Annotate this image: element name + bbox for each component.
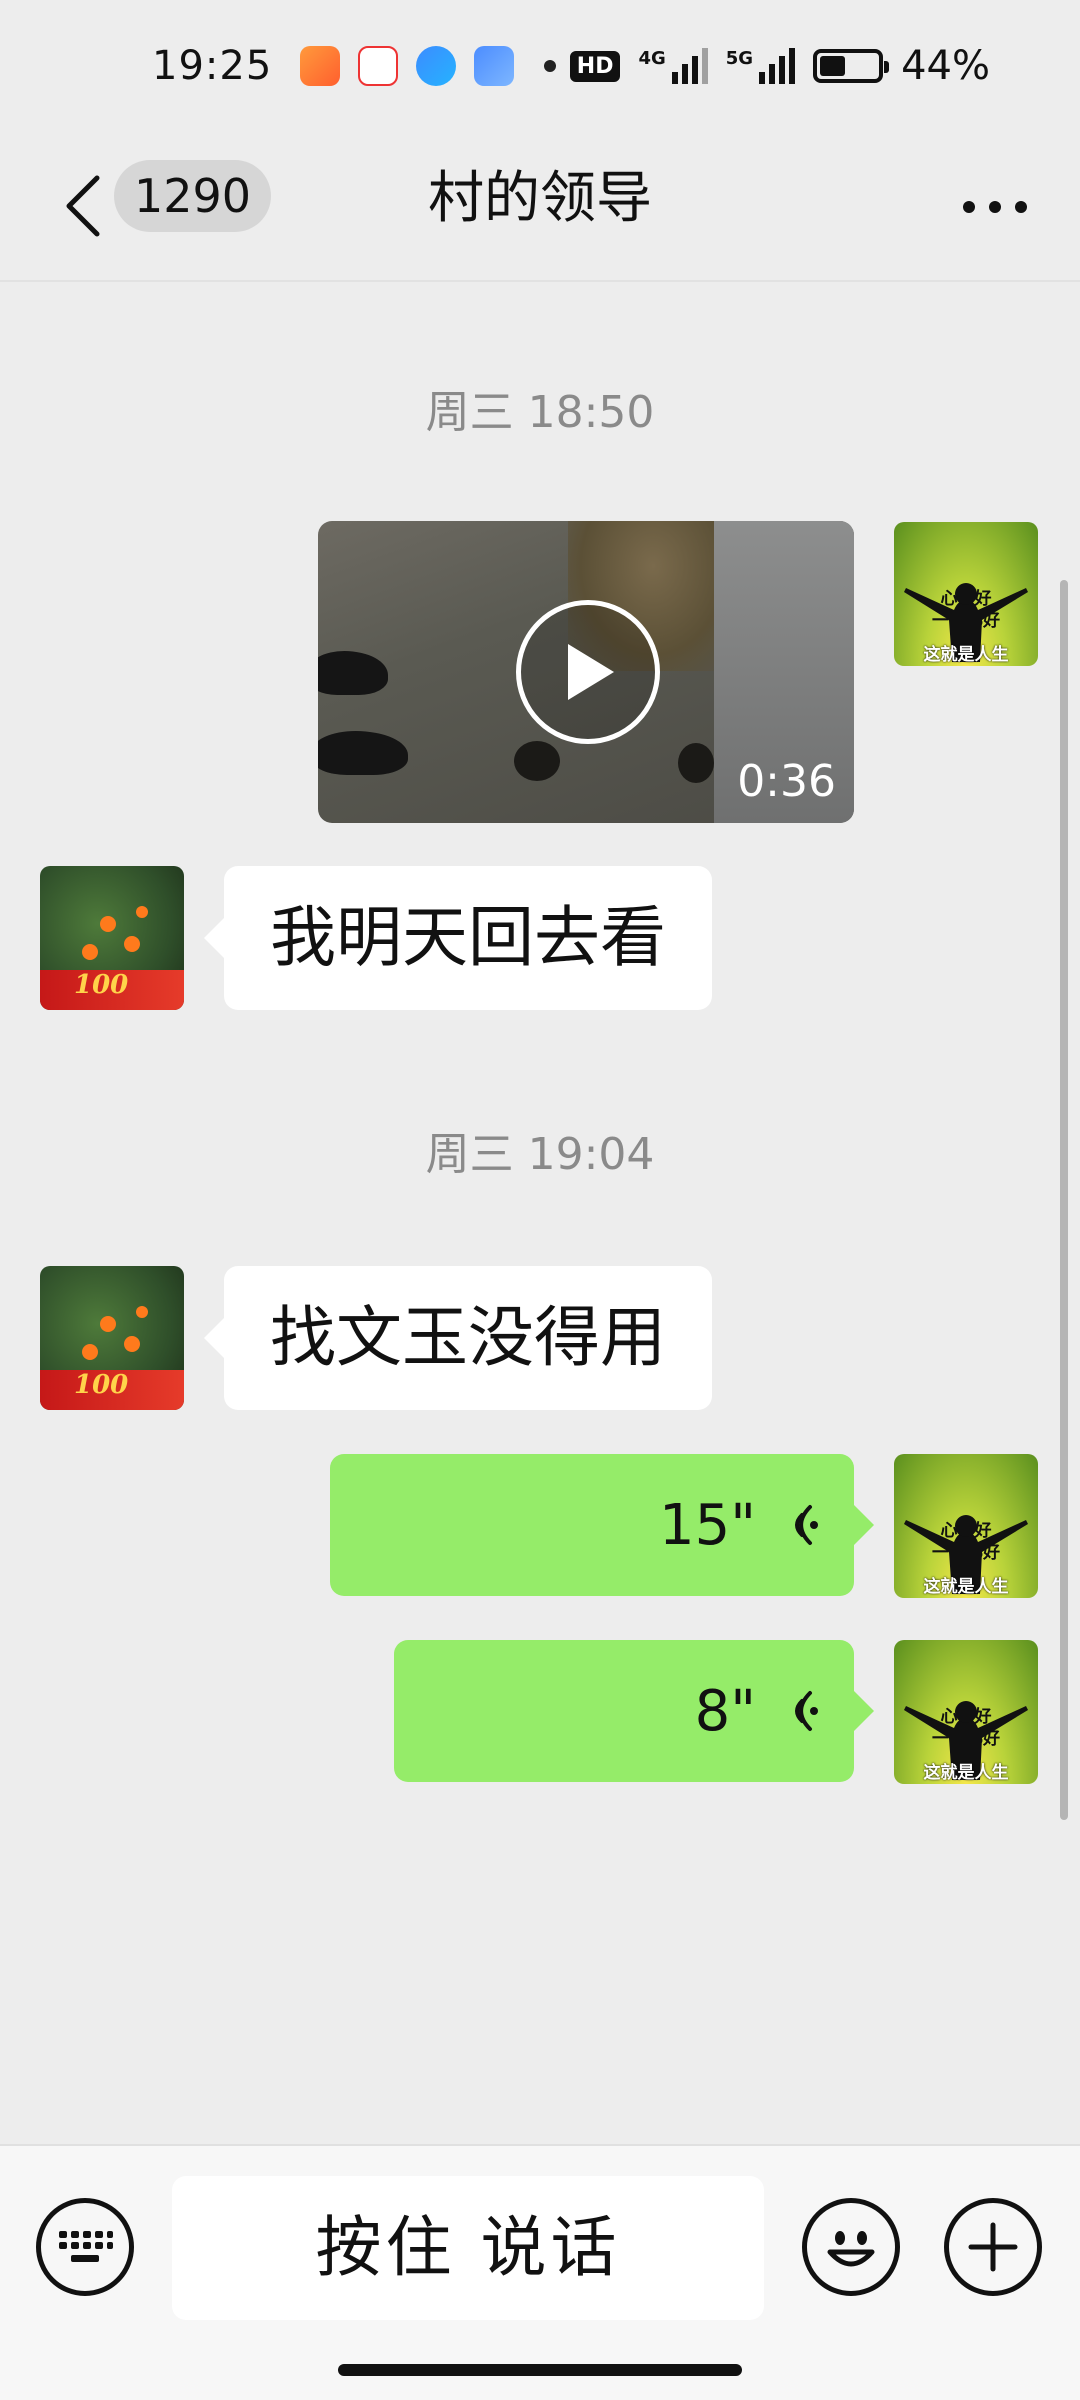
signal-5g-icon: 5G <box>726 48 796 84</box>
status-bar: 19:25 HD 4G 5G 44% <box>0 0 1080 132</box>
video-message[interactable]: 0:36 <box>318 521 854 823</box>
contact-avatar[interactable]: 100 <box>40 1266 184 1410</box>
smiley-icon <box>827 2231 875 2267</box>
chat-input-bar: 按住 说话 <box>0 2144 1080 2400</box>
play-triangle-icon <box>568 644 614 700</box>
my-avatar[interactable]: 心态好 一切都好 这就是人生 <box>894 522 1038 666</box>
message-timestamp: 周三 19:04 <box>425 1129 655 1180</box>
chat-header: 1290 村的领导 <box>0 132 1080 282</box>
avatar-caption: 这就是人生 <box>923 1577 1009 1597</box>
dot <box>1015 201 1027 213</box>
received-message-bubble[interactable]: 找文玉没得用 <box>204 1266 712 1410</box>
plus-icon <box>968 2222 1018 2272</box>
video-thumbnail-shoe <box>318 731 408 775</box>
received-message-bubble[interactable]: 我明天回去看 <box>204 866 712 1010</box>
contact-avatar[interactable]: 100 <box>40 866 184 1010</box>
weather-app-icon <box>474 46 515 86</box>
emoji-button[interactable] <box>802 2198 900 2296</box>
more-functions-button[interactable] <box>944 2198 1042 2296</box>
dot <box>989 201 1001 213</box>
notification-icons <box>300 46 515 86</box>
home-indicator[interactable] <box>338 2364 742 2376</box>
news-app-icon <box>358 46 399 86</box>
status-time: 19:25 <box>152 43 273 89</box>
hd-voice-icon: HD <box>569 50 621 82</box>
keyboard-toggle-button[interactable] <box>36 2198 134 2296</box>
video-thumbnail-shoe <box>318 651 388 695</box>
avatar-badge-text: 100 <box>74 1370 129 1400</box>
my-avatar[interactable]: 心态好 一切都好 这就是人生 <box>894 1640 1038 1784</box>
battery-percent: 44% <box>901 43 990 89</box>
avatar-caption: 这就是人生 <box>923 1763 1009 1783</box>
voice-message[interactable]: 15" <box>330 1454 874 1596</box>
video-app-icon <box>300 46 341 86</box>
browser-app-icon <box>416 46 457 86</box>
voice-message[interactable]: 8" <box>394 1640 874 1782</box>
hold-to-talk-button[interactable]: 按住 说话 <box>172 2176 764 2320</box>
avatar-badge-text: 100 <box>74 970 129 1000</box>
video-thumbnail-hole <box>514 741 560 781</box>
signal-4g-icon: 4G <box>638 48 708 84</box>
my-avatar[interactable]: 心态好 一切都好 这就是人生 <box>894 1454 1038 1598</box>
voice-duration: 8" <box>694 1678 756 1744</box>
chat-scrollbar[interactable] <box>1060 580 1068 1820</box>
voice-duration: 15" <box>658 1492 756 1558</box>
battery-level <box>820 56 845 76</box>
more-notifications-dot <box>544 60 557 72</box>
video-duration: 0:36 <box>737 756 836 807</box>
keyboard-icon <box>59 2231 113 2262</box>
message-timestamp: 周三 18:50 <box>425 387 655 438</box>
avatar-caption: 这就是人生 <box>923 645 1009 665</box>
voice-wave-icon <box>795 1505 818 1545</box>
play-icon[interactable] <box>516 600 660 744</box>
battery-icon <box>813 49 890 83</box>
chat-title: 村的领导 <box>428 166 652 231</box>
more-options-button[interactable] <box>950 182 1040 232</box>
video-thumbnail-hole <box>678 743 714 783</box>
dot <box>963 201 975 213</box>
voice-wave-icon <box>795 1691 818 1731</box>
